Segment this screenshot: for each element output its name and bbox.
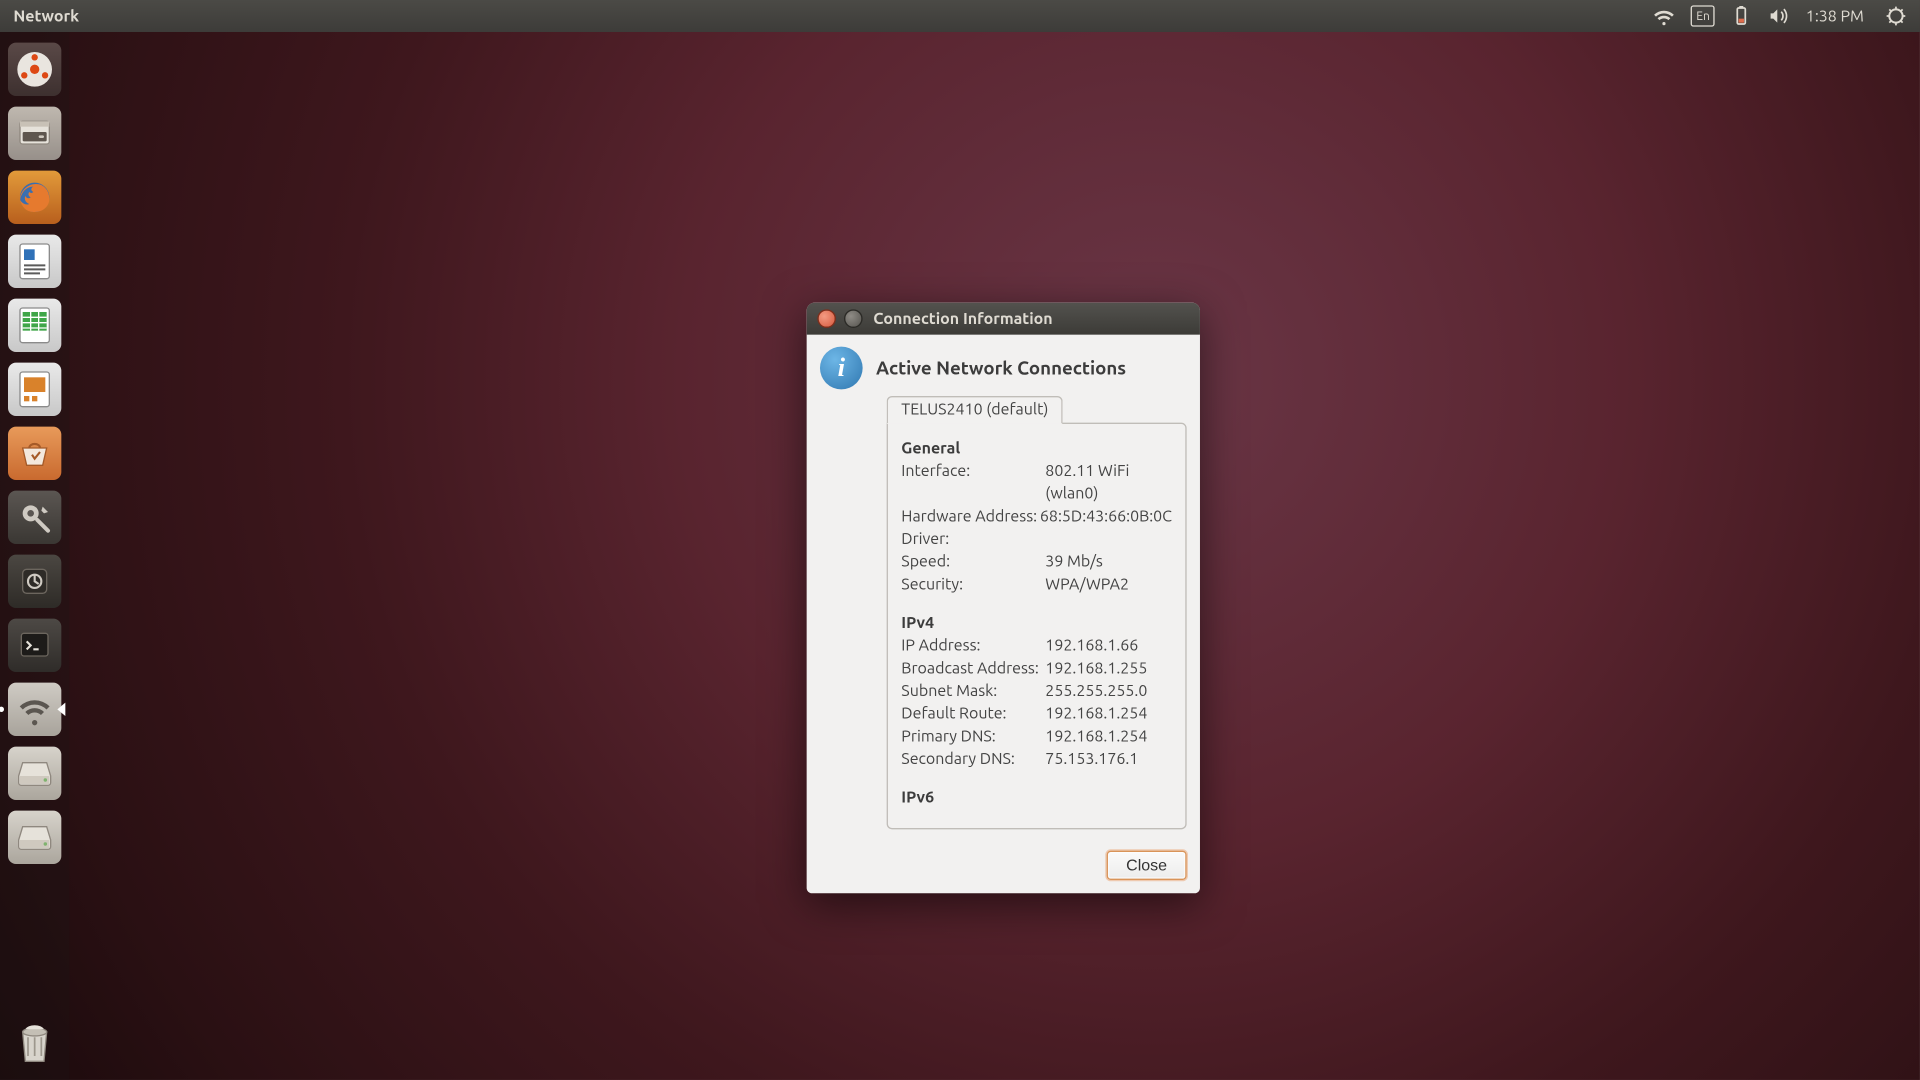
launcher-backup[interactable] (5, 552, 64, 611)
launcher-terminal[interactable] (5, 616, 64, 675)
detail-value: 802.11 WiFi (wlan0) (1045, 460, 1172, 505)
detail-key: IP Address: (901, 635, 1045, 658)
connection-tabs: TELUS2410 (default) (887, 395, 1187, 423)
detail-value (1045, 528, 1172, 551)
detail-row: Speed:39 Mb/s (901, 551, 1172, 574)
keyboard-indicator[interactable]: En (1691, 5, 1715, 26)
launcher-writer[interactable] (5, 232, 64, 291)
section-title: General (901, 440, 1172, 457)
launcher-settings[interactable] (5, 488, 64, 547)
detail-row: Driver: (901, 528, 1172, 551)
dialog-body: i Active Network Connections TELUS2410 (… (807, 335, 1200, 843)
detail-row: Secondary DNS:75.153.176.1 (901, 748, 1172, 771)
battery-indicator-icon[interactable] (1731, 5, 1752, 26)
detail-key: Driver: (901, 528, 1045, 551)
detail-value: 75.153.176.1 (1045, 748, 1172, 771)
detail-key: Subnet Mask: (901, 680, 1045, 703)
detail-value: 39 Mb/s (1045, 551, 1172, 574)
detail-row: Subnet Mask:255.255.255.0 (901, 680, 1172, 703)
session-indicator-icon[interactable] (1885, 5, 1906, 26)
detail-value: 192.168.1.66 (1045, 635, 1172, 658)
close-button[interactable]: Close (1107, 851, 1187, 880)
info-icon: i (820, 347, 863, 390)
detail-row: Interface:802.11 WiFi (wlan0) (901, 460, 1172, 505)
launcher-dash[interactable] (5, 40, 64, 99)
dialog-heading: Active Network Connections (876, 357, 1126, 378)
dialog-footer: Close (807, 843, 1200, 894)
window-buttons (817, 309, 862, 328)
detail-value: 255.255.255.0 (1045, 680, 1172, 703)
sound-indicator-icon[interactable] (1768, 5, 1789, 26)
window-close-button[interactable] (817, 309, 836, 328)
tab-connection-0[interactable]: TELUS2410 (default) (887, 396, 1063, 424)
window-minimize-button[interactable] (844, 309, 863, 328)
dialog-title: Connection Information (873, 310, 1052, 327)
detail-row: Broadcast Address:192.168.1.255 (901, 657, 1172, 680)
detail-key: Interface: (901, 460, 1045, 505)
detail-value: 192.168.1.255 (1045, 657, 1172, 680)
network-indicator-icon[interactable] (1654, 5, 1675, 26)
detail-key: Security: (901, 573, 1045, 596)
section-title: IPv4 (901, 615, 1172, 632)
launcher-trash[interactable] (5, 1013, 64, 1072)
launcher-drive-1[interactable] (5, 744, 64, 803)
detail-row: IP Address:192.168.1.66 (901, 635, 1172, 658)
detail-key: Hardware Address: (901, 505, 1040, 528)
detail-row: Security:WPA/WPA2 (901, 573, 1172, 596)
detail-key: Default Route: (901, 703, 1045, 726)
detail-key: Speed: (901, 551, 1045, 574)
launcher-firefox[interactable] (5, 168, 64, 227)
connection-info-dialog: Connection Information i Active Network … (807, 303, 1200, 894)
launcher (0, 32, 69, 1080)
connection-details-panel: General Interface:802.11 WiFi (wlan0)Hard… (887, 423, 1187, 830)
detail-key: Primary DNS: (901, 725, 1045, 748)
dialog-titlebar[interactable]: Connection Information (807, 303, 1200, 335)
launcher-files[interactable] (5, 104, 64, 163)
active-app-name: Network (8, 7, 79, 24)
launcher-drive-2[interactable] (5, 808, 64, 867)
detail-value: 192.168.1.254 (1045, 703, 1172, 726)
detail-row: Primary DNS:192.168.1.254 (901, 725, 1172, 748)
detail-row: Hardware Address:68:5D:43:66:0B:0C (901, 505, 1172, 528)
detail-key: Secondary DNS: (901, 748, 1045, 771)
launcher-calc[interactable] (5, 296, 64, 355)
launcher-impress[interactable] (5, 360, 64, 419)
launcher-network[interactable] (5, 680, 64, 739)
detail-key: Broadcast Address: (901, 657, 1045, 680)
indicator-area: En 1:38 PM (1654, 5, 1912, 26)
top-panel: Network En 1:38 PM (0, 0, 1920, 32)
detail-value: 68:5D:43:66:0B:0C (1040, 505, 1172, 528)
detail-row: Default Route:192.168.1.254 (901, 703, 1172, 726)
detail-value: WPA/WPA2 (1045, 573, 1172, 596)
launcher-software-center[interactable] (5, 424, 64, 483)
detail-value: 192.168.1.254 (1045, 725, 1172, 748)
clock[interactable]: 1:38 PM (1806, 7, 1869, 24)
section-title: IPv6 (901, 789, 1172, 806)
